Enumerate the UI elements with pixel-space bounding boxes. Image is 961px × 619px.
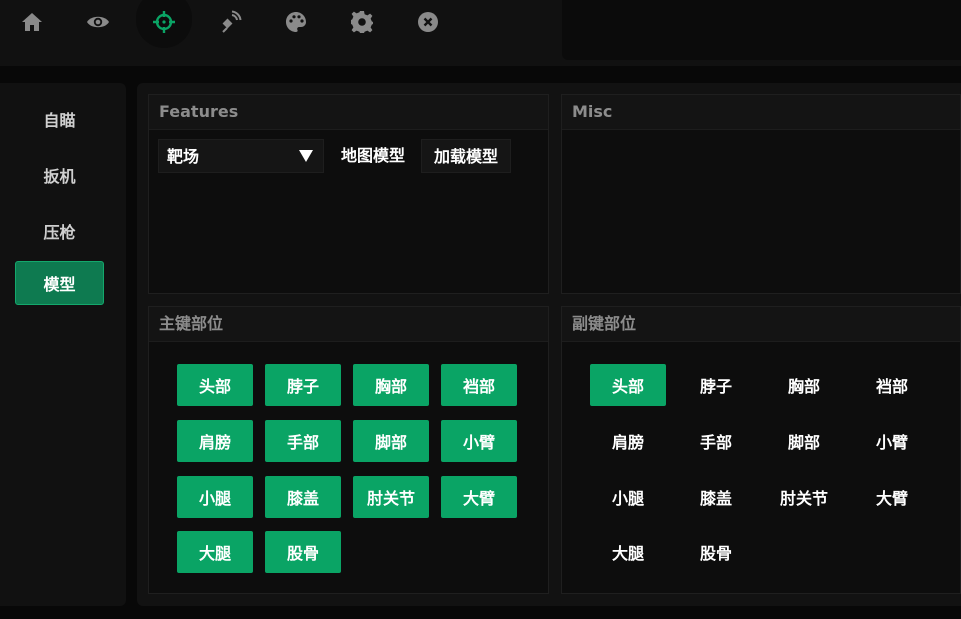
primary-bone-button[interactable]: 裆部 [441, 364, 517, 406]
triangle-down-icon[interactable] [289, 140, 323, 172]
secondary-bone-button[interactable]: 小臂 [854, 420, 930, 462]
sidebar-item-model[interactable]: 模型 [15, 261, 104, 305]
primary-bone-button[interactable]: 头部 [177, 364, 253, 406]
secondary-bone-button[interactable]: 肩膀 [590, 420, 666, 462]
load-model-button[interactable]: 加载模型 [421, 139, 511, 173]
primary-bone-button[interactable]: 手部 [265, 420, 341, 462]
primary-bone-button[interactable]: 膝盖 [265, 476, 341, 518]
primary-bone-button[interactable]: 大腿 [177, 531, 253, 573]
secondary-bone-button[interactable]: 手部 [678, 420, 754, 462]
eye-icon[interactable] [70, 0, 126, 44]
map-select[interactable]: 靶场 [158, 139, 324, 173]
map-select-value: 靶场 [167, 147, 200, 166]
map-model-button[interactable]: 地图模型 [333, 139, 413, 173]
primary-bones-panel: 主键部位 头部 脖子 胸部 裆部 肩膀 手部 脚部 小臂 小腿 膝盖 肘关节 大… [148, 306, 549, 594]
secondary-bone-button[interactable]: 脚部 [766, 420, 842, 462]
sidebar-item-aimbot[interactable]: 自瞄 [15, 97, 104, 141]
top-toolbar [0, 0, 961, 66]
primary-bone-button[interactable]: 脖子 [265, 364, 341, 406]
primary-bone-button[interactable]: 股骨 [265, 531, 341, 573]
secondary-bones-title: 副键部位 [562, 307, 960, 342]
features-title: Features [149, 95, 548, 130]
primary-bone-button[interactable]: 脚部 [353, 420, 429, 462]
primary-bone-button[interactable]: 小腿 [177, 476, 253, 518]
gear-icon[interactable] [334, 0, 390, 44]
sidebar-item-trigger[interactable]: 扳机 [15, 153, 104, 197]
secondary-bone-button[interactable]: 胸部 [766, 364, 842, 406]
primary-bone-button[interactable]: 肘关节 [353, 476, 429, 518]
crosshair-icon[interactable] [136, 0, 192, 44]
secondary-bone-button[interactable]: 大臂 [854, 476, 930, 518]
secondary-bone-button[interactable]: 大腿 [590, 531, 666, 573]
secondary-bone-button[interactable]: 裆部 [854, 364, 930, 406]
main-content: Features 靶场 地图模型 加载模型 Misc 主键部位 头部 脖子 胸部… [137, 83, 961, 606]
sidebar-item-recoil[interactable]: 压枪 [15, 209, 104, 253]
satellite-icon[interactable] [202, 0, 258, 44]
secondary-bone-button[interactable]: 肘关节 [766, 476, 842, 518]
primary-bone-button[interactable]: 小臂 [441, 420, 517, 462]
secondary-bone-button[interactable]: 脖子 [678, 364, 754, 406]
primary-bone-button[interactable]: 大臂 [441, 476, 517, 518]
secondary-bones-panel: 副键部位 头部 脖子 胸部 裆部 肩膀 手部 脚部 小臂 小腿 膝盖 肘关节 大… [561, 306, 961, 594]
secondary-bone-button[interactable]: 头部 [590, 364, 666, 406]
palette-icon[interactable] [268, 0, 324, 44]
secondary-bone-button[interactable]: 膝盖 [678, 476, 754, 518]
primary-bones-title: 主键部位 [149, 307, 548, 342]
home-icon[interactable] [4, 0, 60, 44]
primary-bone-button[interactable]: 肩膀 [177, 420, 253, 462]
secondary-bone-button[interactable]: 股骨 [678, 531, 754, 573]
primary-bone-button[interactable]: 胸部 [353, 364, 429, 406]
features-panel: Features 靶场 地图模型 加载模型 [148, 94, 549, 294]
top-right-panel [562, 0, 961, 60]
misc-title: Misc [562, 95, 960, 130]
sidebar: 自瞄 扳机 压枪 模型 [0, 83, 126, 606]
misc-panel: Misc [561, 94, 961, 294]
secondary-bone-button[interactable]: 小腿 [590, 476, 666, 518]
close-icon[interactable] [400, 0, 456, 44]
